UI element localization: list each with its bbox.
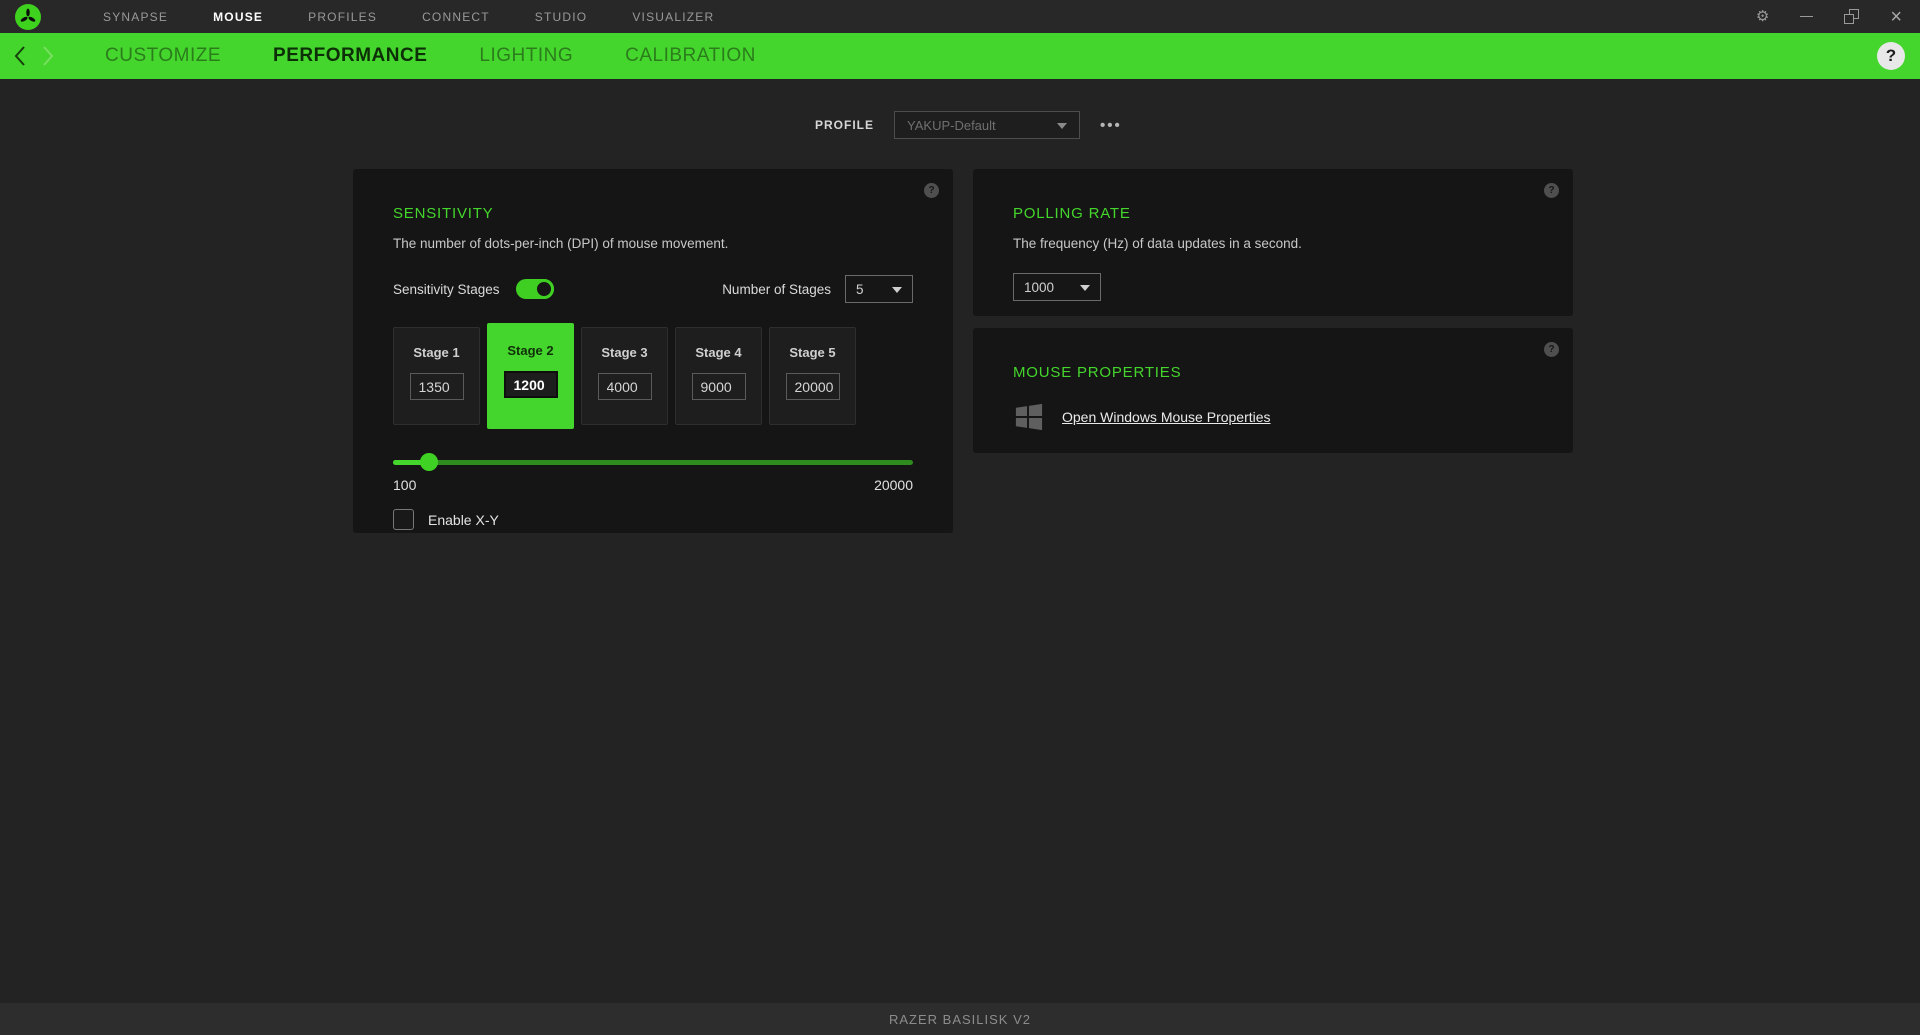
number-of-stages-dropdown[interactable]: 5 bbox=[845, 275, 913, 303]
close-icon[interactable]: × bbox=[1890, 7, 1902, 27]
stage-dpi-input[interactable] bbox=[503, 371, 558, 398]
minimize-icon[interactable] bbox=[1800, 16, 1814, 17]
tab-lighting[interactable]: LIGHTING bbox=[479, 45, 573, 67]
profile-label: PROFILE bbox=[815, 118, 875, 132]
stage-dpi-input[interactable] bbox=[409, 373, 464, 400]
chevron-down-icon bbox=[1057, 123, 1068, 129]
polling-rate-description: The frequency (Hz) of data updates in a … bbox=[1013, 236, 1302, 251]
polling-rate-value: 1000 bbox=[1024, 279, 1055, 295]
mouse-properties-row: Open Windows Mouse Properties bbox=[1013, 401, 1533, 433]
titlebar: SYNAPSE MOUSE PROFILES CONNECT STUDIO VI… bbox=[0, 0, 1920, 33]
stage-card-2-selected[interactable]: Stage 2 bbox=[487, 323, 574, 429]
device-name: RAZER BASILISK V2 bbox=[889, 1011, 1031, 1027]
number-of-stages-value: 5 bbox=[856, 281, 864, 297]
help-icon[interactable]: ? bbox=[1877, 42, 1905, 70]
chevron-down-icon bbox=[892, 287, 902, 293]
razer-triple-snake-icon bbox=[20, 8, 36, 22]
stage-dpi-input[interactable] bbox=[597, 373, 652, 400]
tab-customize[interactable]: CUSTOMIZE bbox=[105, 45, 221, 67]
number-of-stages-group: Number of Stages 5 bbox=[722, 275, 913, 303]
device-status-bar: RAZER BASILISK V2 bbox=[0, 1003, 1920, 1035]
enable-xy-label: Enable X-Y bbox=[428, 511, 499, 528]
sensitivity-stages-toggle[interactable] bbox=[515, 279, 554, 299]
enable-xy-row: Enable X-Y bbox=[393, 509, 913, 530]
stage-dpi-input[interactable] bbox=[691, 373, 746, 400]
stage-card-label: Stage 2 bbox=[507, 343, 554, 358]
nav-item-profiles[interactable]: PROFILES bbox=[308, 10, 377, 24]
stage-card-5[interactable]: Stage 5 bbox=[769, 327, 856, 425]
sensitivity-controls-row: Sensitivity Stages Number of Stages 5 bbox=[393, 275, 913, 303]
slider-thumb[interactable] bbox=[420, 453, 439, 471]
profile-dropdown-value: YAKUP-Default bbox=[907, 117, 996, 133]
polling-rate-title: POLLING RATE bbox=[1013, 205, 1131, 222]
enable-xy-checkbox[interactable] bbox=[393, 509, 414, 530]
tab-calibration[interactable]: CALIBRATION bbox=[625, 45, 756, 67]
slider-min-label: 100 bbox=[393, 477, 417, 493]
stage-cards-row: Stage 1 Stage 2 Stage 3 Stage 4 Stage 5 bbox=[393, 323, 913, 429]
slider-range-labels: 100 20000 bbox=[393, 477, 913, 493]
sensitivity-panel: ? SENSITIVITY The number of dots-per-inc… bbox=[353, 169, 953, 533]
sensitivity-description: The number of dots-per-inch (DPI) of mou… bbox=[393, 236, 729, 251]
maximize-restore-icon[interactable] bbox=[1844, 9, 1860, 24]
sensitivity-title: SENSITIVITY bbox=[393, 205, 494, 222]
nav-item-synapse[interactable]: SYNAPSE bbox=[103, 10, 168, 24]
tab-performance[interactable]: PERFORMANCE bbox=[273, 45, 427, 67]
window-controls: ⚙ × bbox=[1756, 0, 1902, 33]
sensitivity-stages-label: Sensitivity Stages bbox=[393, 281, 500, 297]
slider-max-label: 20000 bbox=[874, 477, 913, 493]
nav-item-connect[interactable]: CONNECT bbox=[422, 10, 490, 24]
stage-card-3[interactable]: Stage 3 bbox=[581, 327, 668, 425]
forward-chevron-icon[interactable] bbox=[41, 45, 55, 67]
toggle-knob bbox=[533, 279, 554, 299]
stage-card-label: Stage 4 bbox=[695, 345, 742, 360]
chevron-down-icon bbox=[1080, 285, 1090, 291]
stage-card-label: Stage 1 bbox=[413, 345, 460, 360]
nav-item-mouse[interactable]: MOUSE bbox=[213, 10, 263, 24]
back-chevron-icon[interactable] bbox=[13, 45, 27, 67]
top-nav: SYNAPSE MOUSE PROFILES CONNECT STUDIO VI… bbox=[103, 10, 714, 24]
stage-dpi-input[interactable] bbox=[785, 373, 840, 400]
number-of-stages-label: Number of Stages bbox=[722, 281, 831, 297]
razer-logo-icon[interactable] bbox=[15, 3, 41, 30]
stage-card-label: Stage 3 bbox=[601, 345, 648, 360]
slider-track[interactable] bbox=[393, 460, 913, 465]
stage-card-label: Stage 5 bbox=[789, 345, 836, 360]
stage-card-4[interactable]: Stage 4 bbox=[675, 327, 762, 425]
dpi-slider[interactable] bbox=[393, 453, 913, 471]
sensitivity-stages-toggle-group: Sensitivity Stages bbox=[393, 279, 554, 299]
polling-help-icon[interactable]: ? bbox=[1544, 183, 1559, 198]
profile-dropdown[interactable]: YAKUP-Default bbox=[894, 111, 1081, 139]
windows-logo-icon bbox=[1015, 403, 1043, 431]
settings-gear-icon[interactable]: ⚙ bbox=[1756, 9, 1769, 24]
sensitivity-help-icon[interactable]: ? bbox=[924, 183, 939, 198]
subnav-tabs: CUSTOMIZE PERFORMANCE LIGHTING CALIBRATI… bbox=[105, 45, 756, 67]
subnav-bar: CUSTOMIZE PERFORMANCE LIGHTING CALIBRATI… bbox=[0, 33, 1920, 79]
profile-more-options-icon[interactable]: ••• bbox=[1100, 117, 1122, 134]
polling-rate-panel: ? POLLING RATE The frequency (Hz) of dat… bbox=[973, 169, 1573, 316]
mouse-properties-panel: ? MOUSE PROPERTIES Open Windows Mouse Pr… bbox=[973, 328, 1573, 453]
nav-item-visualizer[interactable]: VISUALIZER bbox=[632, 10, 714, 24]
nav-item-studio[interactable]: STUDIO bbox=[535, 10, 588, 24]
restore-front-square bbox=[1844, 14, 1855, 24]
stage-card-1[interactable]: Stage 1 bbox=[393, 327, 480, 425]
mouse-properties-title: MOUSE PROPERTIES bbox=[1013, 364, 1182, 381]
polling-rate-dropdown[interactable]: 1000 bbox=[1013, 273, 1101, 301]
open-windows-mouse-properties-link[interactable]: Open Windows Mouse Properties bbox=[1062, 409, 1271, 425]
mouse-properties-help-icon[interactable]: ? bbox=[1544, 342, 1559, 357]
profile-row: PROFILE YAKUP-Default ••• bbox=[815, 111, 1122, 139]
